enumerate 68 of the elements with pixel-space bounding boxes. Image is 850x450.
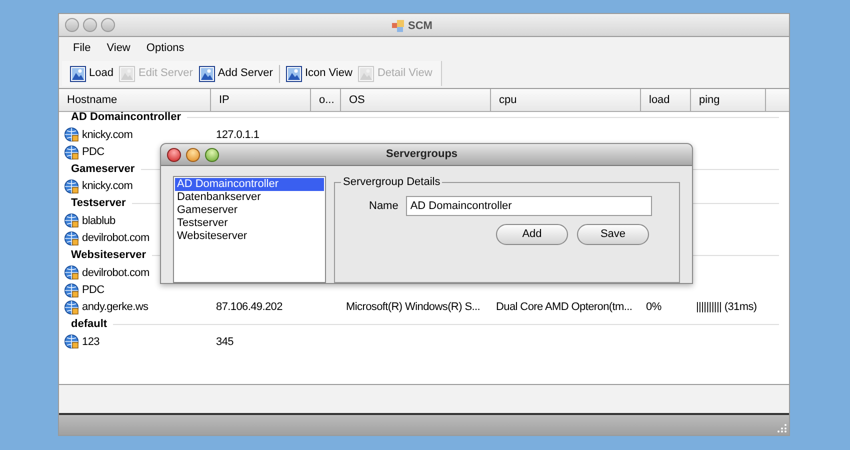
picture-icon: [286, 66, 302, 82]
group-header: AD Domaincontroller: [71, 110, 182, 126]
table-cell: Dual Core AMD Opteron(tm...: [496, 301, 632, 314]
column-header[interactable]: Hostname: [59, 89, 211, 111]
group-legend: Servergroup Details: [341, 174, 442, 190]
table-cell: Microsoft(R) Windows(R) S...: [346, 301, 480, 314]
resize-grip-icon[interactable]: [777, 423, 787, 433]
table-cell: 123: [82, 336, 100, 348]
close-button[interactable]: [167, 148, 181, 162]
table-cell: 87.106.49.202: [216, 301, 282, 314]
list-item[interactable]: Datenbankserver: [175, 191, 324, 204]
table-cell: |||||||||| (31ms): [696, 301, 757, 314]
menu-item[interactable]: Options: [138, 40, 192, 56]
globe-icon: [64, 282, 79, 298]
table-cell: knicky.com: [82, 180, 133, 192]
picture-icon: [198, 66, 215, 82]
column-header[interactable]: o...: [311, 89, 341, 111]
column-header[interactable]: load: [641, 89, 691, 111]
list-item[interactable]: Websiteserver: [175, 230, 324, 243]
toolbar-button[interactable]: Icon View: [284, 64, 354, 84]
group-header: Websiteserver: [71, 248, 146, 264]
menu-item[interactable]: File: [65, 40, 99, 56]
table-cell: 0%: [646, 301, 662, 314]
group-header: default: [71, 317, 108, 332]
column-header[interactable]: IP: [211, 89, 311, 111]
table-cell: devilrobot.com: [82, 232, 150, 244]
group-header: Testserver: [71, 196, 126, 212]
table-cell: 127.0.1.1: [216, 128, 260, 141]
table-cell: PDC: [82, 284, 104, 296]
picture-icon: [119, 66, 136, 82]
dialog-button[interactable]: Add: [496, 224, 568, 245]
column-header[interactable]: OS: [341, 89, 491, 111]
window-title: SCM: [408, 19, 432, 34]
table-cell: devilrobot.com: [82, 266, 150, 279]
toolbar-button[interactable]: Load: [68, 64, 116, 84]
dialog-title: Servergroups: [386, 147, 458, 162]
globe-icon: [64, 213, 79, 228]
field-label: Name: [369, 198, 398, 214]
globe-icon: [64, 230, 79, 246]
list-item[interactable]: AD Domaincontroller: [175, 178, 324, 191]
menu-item[interactable]: View: [98, 40, 138, 56]
picture-icon: [70, 66, 86, 82]
picture-icon: [358, 66, 374, 82]
globe-icon: [64, 144, 79, 160]
window-control[interactable]: [83, 18, 97, 32]
globe-icon: [64, 334, 79, 350]
globe-icon: [64, 265, 79, 280]
column-header[interactable]: ping: [691, 89, 766, 111]
app-icon: [392, 20, 404, 32]
list-item[interactable]: Testserver: [175, 217, 324, 230]
minimize-button[interactable]: [186, 148, 200, 162]
list-item[interactable]: Gameserver: [175, 204, 324, 217]
globe-icon: [64, 178, 79, 194]
group-header: Gameserver: [71, 162, 135, 178]
globe-icon: [64, 127, 79, 142]
window-control[interactable]: [101, 18, 115, 32]
maximize-button[interactable]: [205, 148, 219, 162]
table-cell: blablub: [82, 214, 116, 227]
table-cell: PDC: [82, 146, 104, 158]
table-cell: andy.gerke.ws: [82, 301, 148, 314]
column-header[interactable]: cpu: [491, 89, 641, 111]
table-cell: 345: [216, 336, 234, 348]
table-cell: knicky.com: [82, 128, 133, 141]
dialog-button[interactable]: Save: [577, 224, 649, 245]
toolbar-button[interactable]: Add Server: [196, 64, 275, 84]
name-field[interactable]: AD Domaincontroller: [406, 196, 652, 216]
window-control[interactable]: [65, 18, 79, 32]
globe-icon: [64, 300, 79, 315]
